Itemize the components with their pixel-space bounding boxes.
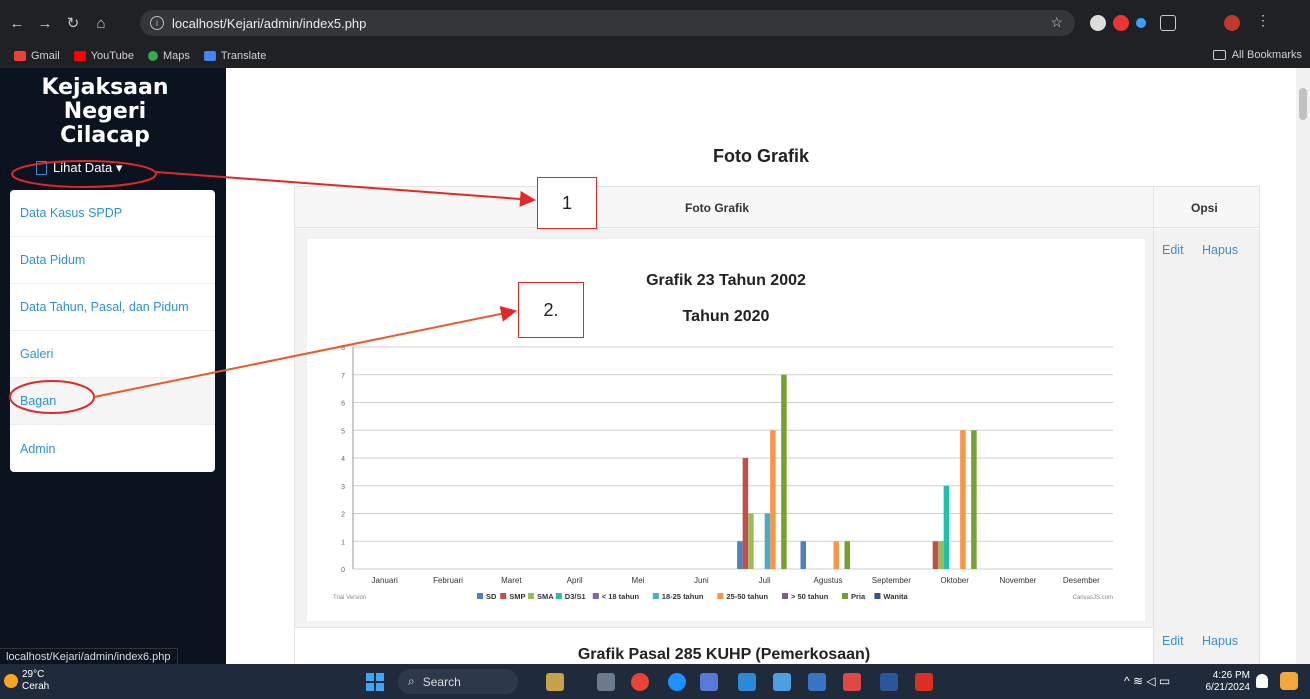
weather-sun-icon — [4, 674, 18, 688]
xampp-taskbar-icon[interactable] — [843, 673, 861, 691]
taskbar-search[interactable]: ⌕ Search — [398, 669, 518, 694]
notification-bell-icon[interactable] — [1256, 674, 1268, 688]
search-icon: ⌕ — [408, 674, 415, 688]
copilot-icon[interactable] — [1280, 672, 1298, 690]
taskbar-app-icon[interactable] — [808, 673, 826, 691]
annotation-box-1: 1 — [537, 177, 597, 229]
chrome-taskbar-icon[interactable] — [631, 673, 649, 691]
weather-widget[interactable]: 29°C Cerah — [22, 669, 49, 693]
taskbar-app-icon[interactable] — [546, 673, 564, 691]
windows-start-icon[interactable] — [366, 673, 384, 691]
word-taskbar-icon[interactable] — [880, 673, 898, 691]
highlight-bagan — [9, 380, 95, 414]
taskbar-app-icon[interactable] — [597, 673, 615, 691]
taskbar-app-icon[interactable] — [700, 673, 718, 691]
taskbar-app-icon[interactable] — [773, 673, 791, 691]
edge-taskbar-icon[interactable] — [668, 673, 686, 691]
tray-icons[interactable]: ^ ≋ ◁ ▭ — [1124, 674, 1170, 688]
arrow-2 — [93, 305, 517, 398]
acrobat-taskbar-icon[interactable] — [915, 673, 933, 691]
clock[interactable]: 4:26 PM 6/21/2024 — [1206, 670, 1251, 694]
arrow-1 — [155, 171, 536, 207]
annotation-box-2: 2. — [518, 282, 584, 338]
highlight-lihat-data — [11, 160, 157, 188]
file-explorer-icon[interactable] — [738, 673, 756, 691]
annotation-overlay — [9, 160, 536, 414]
windows-taskbar: 29°C Cerah ⌕ Search ^ ≋ ◁ ▭ 4:26 PM 6/21/… — [0, 664, 1310, 699]
